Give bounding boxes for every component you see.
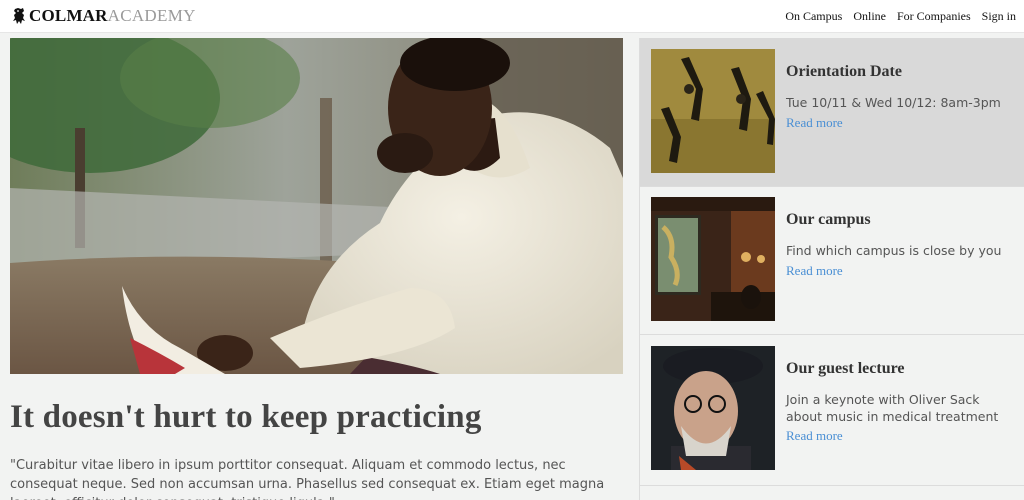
card-title: Our guest lecture xyxy=(786,360,905,377)
nav-online[interactable]: Online xyxy=(853,9,886,24)
site-header: COLMAR ACADEMY On Campus Online For Comp… xyxy=(0,0,1024,33)
hero-headline: It doesn't hurt to keep practicing xyxy=(10,399,482,435)
main-nav: On Campus Online For Companies Sign in xyxy=(774,9,1016,24)
card-description: Join a keynote with Oliver Sack about mu… xyxy=(786,392,999,424)
card-description: Find which campus is close by you xyxy=(786,243,1002,258)
orientation-thumbnail xyxy=(651,49,775,173)
nav-for-companies[interactable]: For Companies xyxy=(897,9,971,24)
hero-image xyxy=(10,38,623,374)
lion-crest-icon xyxy=(13,8,25,24)
site-logo[interactable]: COLMAR ACADEMY xyxy=(12,6,196,26)
campus-thumbnail xyxy=(651,197,775,321)
hero-quote: "Curabitur vitae libero in ipsum porttit… xyxy=(10,458,605,500)
nav-sign-in[interactable]: Sign in xyxy=(982,9,1016,24)
card-title: Our campus xyxy=(786,211,871,228)
read-more-link[interactable]: Read more xyxy=(786,263,843,279)
nav-on-campus[interactable]: On Campus xyxy=(785,9,842,24)
event-card-orientation[interactable]: Orientation Date Tue 10/11 & Wed 10/12: … xyxy=(640,38,1024,187)
read-more-link[interactable]: Read more xyxy=(786,115,843,131)
read-more-link[interactable]: Read more xyxy=(786,428,843,444)
event-card-guest-lecture[interactable]: Our guest lecture Join a keynote with Ol… xyxy=(640,335,1024,486)
guest-lecture-thumbnail xyxy=(651,346,775,470)
card-description: Tue 10/11 & Wed 10/12: 8am-3pm xyxy=(786,95,1001,110)
logo-text-strong: COLMAR xyxy=(29,6,108,25)
logo-text-light: ACADEMY xyxy=(107,6,196,25)
card-title: Orientation Date xyxy=(786,63,902,80)
event-card-campus[interactable]: Our campus Find which campus is close by… xyxy=(640,187,1024,335)
